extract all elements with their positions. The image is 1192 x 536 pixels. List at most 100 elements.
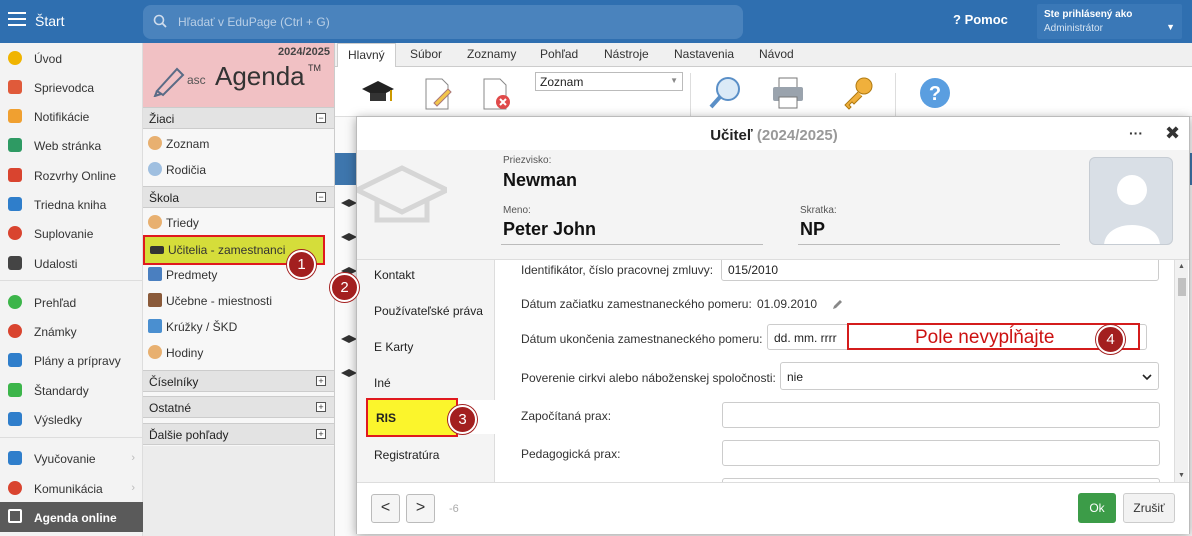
cancel-button[interactable]: Zrušiť [1123,493,1175,523]
grid-icon [8,168,22,182]
edit-document-icon[interactable] [420,75,456,111]
next-button[interactable]: > [406,494,435,523]
nav-vyucovanie[interactable]: Vyučovanie › [0,444,143,472]
tab-navod[interactable]: Návod [759,47,794,61]
nav-uvod[interactable]: Úvod [0,44,143,72]
nav-plany[interactable]: Plány a prípravy [0,346,143,374]
tab-zoznamy[interactable]: Zoznamy [467,47,516,61]
id-label: Identifikátor, číslo pracovnej zmluvy: [521,263,714,277]
scroll-down-icon[interactable]: ▼ [1178,472,1185,479]
graduation-cap-icon [341,369,357,377]
tab-pohlad[interactable]: Pohľad [540,47,578,61]
name-label: Meno: [503,205,531,216]
surname-value[interactable]: Newman [503,170,577,191]
book-icon [148,267,162,281]
ag-item-ucebne[interactable]: Učebne - miestnosti [143,288,334,312]
dialog-footer: < > -6 Ok Zrušiť [357,482,1189,534]
dialog-title: Učiteľ (2024/2025) [710,127,838,144]
prax-input[interactable] [722,402,1160,428]
help-icon[interactable]: ? [917,75,953,111]
user-menu[interactable]: Ste prihlásený ako Administrátor ▼ [1037,4,1182,39]
tab-hlavny[interactable]: Hlavný [337,43,396,68]
graduation-cap-icon [341,335,357,343]
search-box[interactable]: Hľadať v EduPage (Ctrl + G) [143,5,743,39]
puzzle-icon [148,319,162,333]
collapse-icon[interactable]: − [316,192,326,202]
step-badge-4: 4 [1096,325,1125,354]
printer-icon[interactable] [770,75,806,111]
nav-vysledky[interactable]: Výsledky [0,405,143,433]
section-skola[interactable]: Škola − [143,186,334,208]
side-tab-prava[interactable]: Používateľské práva [374,304,483,318]
graduation-cap-icon[interactable] [360,75,396,111]
abbr-label: Skratka: [800,205,837,216]
search-icon [153,14,167,28]
section-ostatne[interactable]: Ostatné + [143,396,334,418]
asc-agenda-logo: 2024/2025 asc Agenda TM [143,43,334,107]
nav-znamky[interactable]: Známky [0,317,143,345]
side-tab-ris[interactable]: RIS [366,398,458,437]
nav-prehlad[interactable]: Prehľad [0,288,143,316]
shield-icon [8,383,22,397]
ag-item-triedy[interactable]: Triedy [143,210,334,234]
name-value[interactable]: Peter John [503,219,596,240]
section-dalsie[interactable]: Ďalšie pohľady + [143,423,334,445]
ag-item-zoznam[interactable]: Zoznam [143,131,334,155]
form-scrollbar[interactable]: ▲ ▼ [1174,260,1188,482]
collapse-icon[interactable]: − [316,113,326,123]
church-select[interactable]: nie [780,362,1159,390]
ag-item-kruzky[interactable]: Krúžky / ŠKD [143,314,334,338]
tab-subor[interactable]: Súbor [410,47,442,61]
more-icon[interactable]: ··· [1129,125,1143,141]
scroll-thumb[interactable] [1178,278,1186,296]
help-label: Pomoc [964,12,1008,27]
people-icon [148,345,162,359]
chat-icon [8,481,22,495]
person-icon [148,136,162,150]
nav-sprievodca[interactable]: Sprievodca [0,73,143,101]
nav-standardy[interactable]: Štandardy [0,376,143,404]
expand-icon[interactable]: + [316,376,326,386]
nav-komunikacia[interactable]: Komunikácia › [0,474,143,502]
scroll-up-icon[interactable]: ▲ [1178,263,1185,270]
close-icon[interactable]: ✖ [1165,123,1180,144]
ag-item-rodicia[interactable]: Rodičia [143,157,334,181]
start-date-label: Dátum začiatku zamestnaneckého pomeru: [521,297,752,311]
nav-notifikacie[interactable]: Notifikácie [0,102,143,130]
key-icon[interactable] [840,75,876,111]
magnifier-icon[interactable] [708,75,744,111]
view-select[interactable]: Zoznam ▼ [535,72,683,91]
side-tab-registratura[interactable]: Registratúra [374,448,439,462]
annotation-text: Pole nevypĺňajte [915,327,1055,348]
church-label: Poverenie cirkvi alebo náboženskej spolo… [521,371,776,385]
prev-button[interactable]: < [371,494,400,523]
tab-nastroje[interactable]: Nástroje [604,47,649,61]
side-tab-ine[interactable]: Iné [374,376,391,390]
expand-icon[interactable]: + [316,402,326,412]
home-icon [8,138,22,152]
abbr-value[interactable]: NP [800,219,825,240]
ok-button[interactable]: Ok [1078,493,1116,523]
menu-icon[interactable] [8,12,26,26]
delete-document-icon[interactable] [478,75,514,111]
expand-icon[interactable]: + [316,429,326,439]
nav-triedna-kniha[interactable]: Triedna kniha [0,190,143,218]
nav-udalosti[interactable]: Udalosti [0,249,143,277]
section-ciselniky[interactable]: Číselníky + [143,370,334,392]
nav-suplovanie[interactable]: Suplovanie [0,219,143,247]
nav-agenda-online[interactable]: Agenda online [0,502,143,532]
section-ziaci[interactable]: Žiaci − [143,107,334,129]
id-input[interactable]: 015/2010 [721,260,1159,281]
nav-rozvrhy[interactable]: Rozvrhy Online [0,161,143,189]
pencil-icon[interactable] [832,298,844,310]
tab-nastavenia[interactable]: Nastavenia [674,47,734,61]
side-tab-ekarty[interactable]: E Karty [374,340,413,354]
ag-item-hodiny[interactable]: Hodiny [143,340,334,364]
side-tab-kontakt[interactable]: Kontakt [374,268,415,282]
ped-prax-input[interactable] [722,440,1160,466]
help-link[interactable]: ? Pomoc [953,12,1008,27]
avatar[interactable] [1089,157,1173,245]
id-value: 015/2010 [728,263,779,277]
nav-web[interactable]: Web stránka [0,131,143,159]
start-link[interactable]: Štart [35,13,65,29]
